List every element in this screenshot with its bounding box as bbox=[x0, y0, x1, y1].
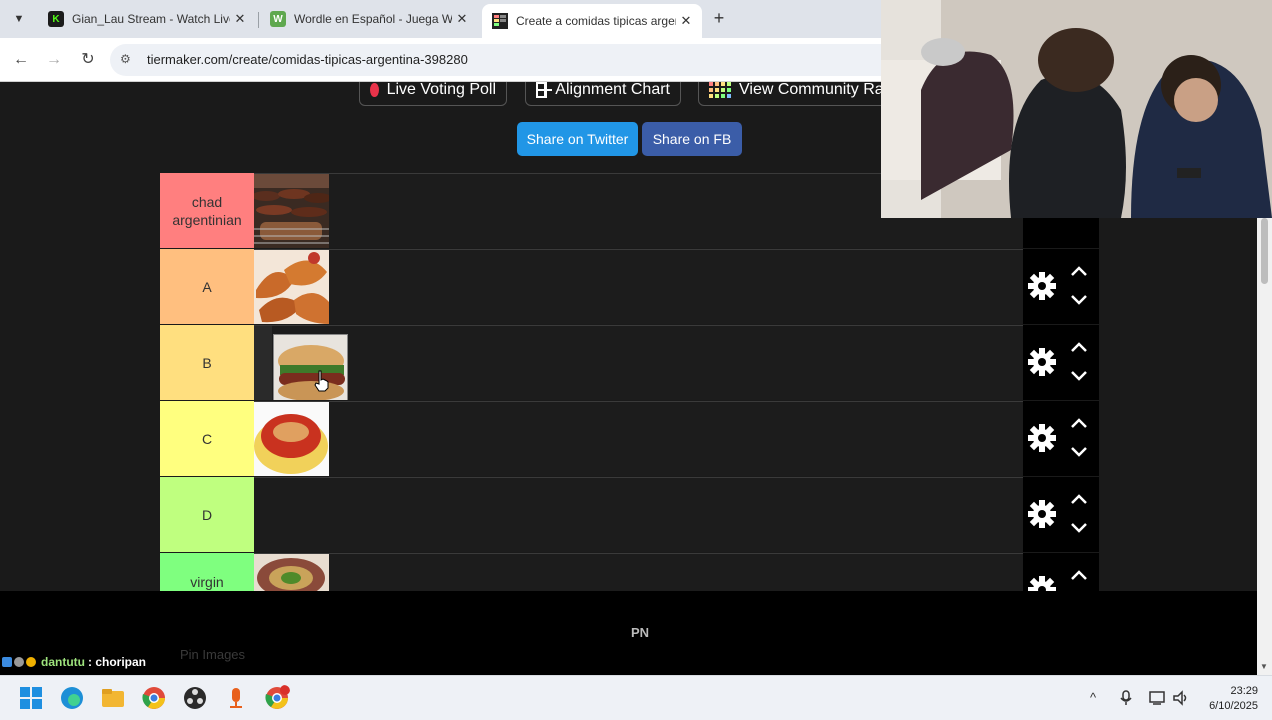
tier-items-dropzone[interactable] bbox=[254, 249, 1023, 325]
chevron-down-icon[interactable] bbox=[1068, 369, 1090, 383]
badge-icon bbox=[2, 657, 12, 667]
tab-close-icon[interactable]: ✕ bbox=[452, 11, 472, 27]
chevron-down-icon[interactable] bbox=[1068, 293, 1090, 307]
record-dot-icon bbox=[370, 83, 379, 97]
share-twitter-button[interactable]: Share on Twitter bbox=[517, 122, 638, 156]
volume-icon[interactable] bbox=[1172, 690, 1190, 706]
tab-search-chevron-icon[interactable]: ▼ bbox=[8, 8, 30, 30]
scroll-down-arrow-icon[interactable]: ▼ bbox=[1260, 662, 1268, 671]
back-arrow-icon[interactable]: ← bbox=[10, 49, 32, 71]
live-voting-poll-label: Live Voting Poll bbox=[386, 82, 496, 98]
pin-images-label: Pin Images bbox=[180, 647, 246, 662]
tier-label[interactable]: C bbox=[160, 401, 254, 477]
food-item-polenta[interactable] bbox=[254, 402, 329, 477]
gear-icon[interactable] bbox=[1028, 272, 1056, 300]
network-icon[interactable] bbox=[1148, 690, 1166, 706]
chevron-up-icon[interactable] bbox=[1068, 492, 1090, 506]
edge-browser-icon[interactable] bbox=[59, 685, 85, 711]
tier-row: B bbox=[160, 324, 1099, 409]
tab-close-icon[interactable]: ✕ bbox=[676, 13, 696, 29]
tier-controls bbox=[1023, 401, 1099, 477]
tray-chevron-up-icon[interactable]: ^ bbox=[1090, 690, 1096, 705]
chat-username: dantutu bbox=[41, 655, 85, 669]
new-tab-plus-icon[interactable]: + bbox=[708, 8, 730, 30]
microphone-app-icon[interactable] bbox=[223, 685, 249, 711]
view-community-rank-button[interactable]: View Community Ran bbox=[698, 82, 898, 106]
file-explorer-icon[interactable] bbox=[100, 685, 126, 711]
tier-label[interactable]: D bbox=[160, 477, 254, 553]
microphone-icon[interactable] bbox=[1120, 690, 1132, 706]
tab-divider bbox=[258, 12, 259, 28]
tier-row: C bbox=[160, 400, 1099, 477]
tier-label[interactable]: chad argentinian bbox=[160, 173, 254, 249]
url-text[interactable]: tiermaker.com/create/comidas-tipicas-arg… bbox=[147, 52, 468, 67]
gear-icon[interactable] bbox=[1028, 424, 1056, 452]
tab-title: Create a comidas tipicas argent bbox=[516, 14, 676, 28]
grid-icon bbox=[536, 82, 553, 98]
hand-cursor-icon bbox=[314, 370, 329, 392]
chevron-up-icon[interactable] bbox=[1068, 264, 1090, 278]
badge-icon bbox=[26, 657, 36, 667]
tier-items-dropzone[interactable] bbox=[254, 325, 1023, 409]
chevron-up-icon[interactable] bbox=[1068, 416, 1090, 430]
live-voting-poll-button[interactable]: Live Voting Poll bbox=[359, 82, 507, 106]
tier-label[interactable]: A bbox=[160, 249, 254, 325]
drag-placeholder bbox=[254, 326, 272, 401]
chat-message: dantutu : choripan bbox=[2, 655, 146, 669]
tier-controls bbox=[1023, 477, 1099, 553]
chrome-profile-icon[interactable] bbox=[264, 685, 290, 711]
overlay-center-text: PN bbox=[631, 625, 650, 640]
view-community-rank-label: View Community Ran bbox=[739, 82, 893, 98]
tier-label[interactable]: B bbox=[160, 325, 254, 401]
alignment-chart-label: Alignment Chart bbox=[555, 82, 670, 98]
tab-title: Gian_Lau Stream - Watch Live o bbox=[72, 12, 230, 26]
tier-items-dropzone[interactable] bbox=[254, 477, 1023, 553]
page-scrollbar[interactable]: ▼ bbox=[1257, 218, 1272, 675]
food-item-asado[interactable] bbox=[254, 174, 329, 249]
tiermaker-favicon-icon bbox=[492, 13, 508, 29]
share-fb-button[interactable]: Share on FB bbox=[642, 122, 742, 156]
obs-icon[interactable] bbox=[182, 685, 208, 711]
windows-taskbar: ^ 23:29 6/10/2025 bbox=[0, 675, 1272, 720]
chevron-down-icon[interactable] bbox=[1068, 521, 1090, 535]
gear-icon[interactable] bbox=[1028, 500, 1056, 528]
system-clock[interactable]: 23:29 6/10/2025 bbox=[1198, 684, 1258, 714]
windows-start-icon[interactable] bbox=[18, 685, 44, 711]
chevron-up-icon[interactable] bbox=[1068, 340, 1090, 354]
clock-time: 23:29 bbox=[1230, 685, 1258, 697]
webcam-overlay bbox=[881, 0, 1272, 218]
chat-text: : choripan bbox=[88, 655, 147, 669]
forward-arrow-icon[interactable]: → bbox=[43, 49, 65, 71]
site-settings-icon[interactable]: ⚙ bbox=[120, 52, 131, 66]
tier-row: D bbox=[160, 476, 1099, 553]
food-item-empanadas[interactable] bbox=[254, 250, 329, 325]
badge-icon bbox=[14, 657, 24, 667]
stream-overlay-bar: Pin Images PN dantutu : choripan bbox=[0, 591, 1257, 675]
tab-tiermaker[interactable]: Create a comidas tipicas argent ✕ bbox=[482, 4, 702, 38]
scrollbar-thumb[interactable] bbox=[1261, 218, 1268, 284]
chevron-up-icon[interactable] bbox=[1068, 568, 1090, 582]
chevron-down-icon[interactable] bbox=[1068, 445, 1090, 459]
kick-favicon-icon: K bbox=[48, 11, 64, 27]
gear-icon[interactable] bbox=[1028, 348, 1056, 376]
tab-title: Wordle en Español - Juega Wor bbox=[294, 12, 452, 26]
tab-gian-lau-stream[interactable]: K Gian_Lau Stream - Watch Live o ✕ bbox=[38, 4, 256, 34]
food-item-choripan[interactable] bbox=[273, 334, 348, 409]
tab-wordle[interactable]: W Wordle en Español - Juega Wor ✕ bbox=[260, 4, 478, 34]
tier-items-dropzone[interactable] bbox=[254, 401, 1023, 477]
tab-close-icon[interactable]: ✕ bbox=[230, 11, 250, 27]
clock-date: 6/10/2025 bbox=[1209, 700, 1258, 712]
tier-controls bbox=[1023, 325, 1099, 401]
wordle-favicon-icon: W bbox=[270, 11, 286, 27]
tier-controls bbox=[1023, 249, 1099, 325]
reload-icon[interactable]: ↻ bbox=[77, 49, 99, 71]
chrome-icon[interactable] bbox=[141, 685, 167, 711]
alignment-chart-button[interactable]: Alignment Chart bbox=[525, 82, 681, 106]
tier-row: A bbox=[160, 248, 1099, 325]
color-grid-icon bbox=[709, 82, 731, 98]
